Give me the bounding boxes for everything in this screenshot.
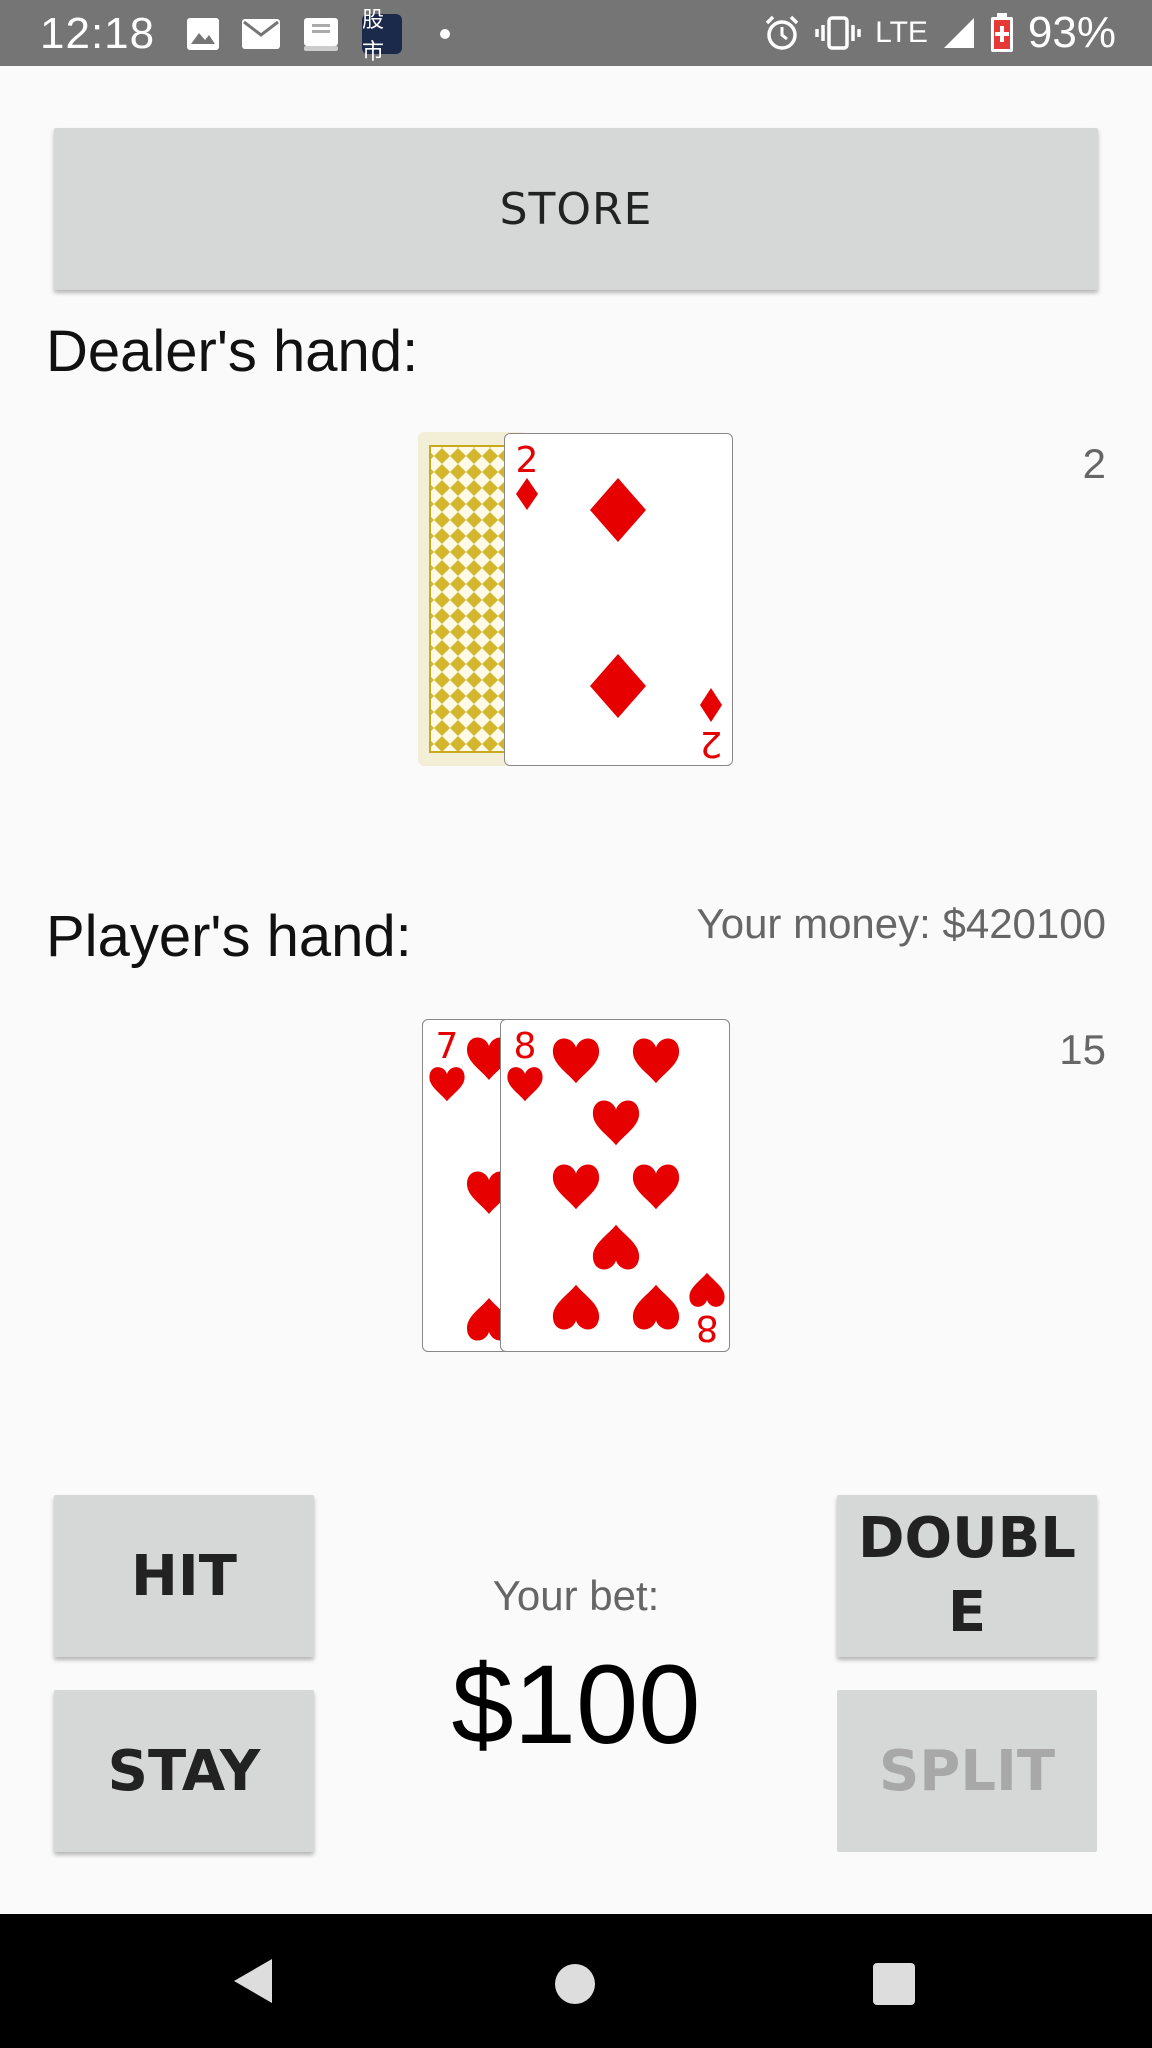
split-button[interactable]: SPLIT	[837, 1690, 1097, 1852]
network-type: LTE	[875, 16, 928, 49]
mail-icon	[242, 19, 280, 49]
stay-button[interactable]: STAY	[54, 1690, 314, 1852]
image-icon	[187, 18, 219, 50]
card-rank: 2	[516, 440, 539, 481]
player-hand-label: Player's hand:	[46, 904, 412, 969]
vibrate-icon	[815, 16, 861, 50]
money-label: Your money: $420100	[696, 900, 1106, 947]
dealer-card-2-diamonds: 2 2	[504, 433, 733, 766]
more-notifications-dot	[440, 29, 450, 39]
svg-text:2: 2	[700, 723, 723, 764]
status-time: 12:18	[40, 9, 156, 58]
back-icon[interactable]	[230, 1957, 274, 2005]
bet-label: Your bet:	[492, 1572, 660, 1619]
status-bar: 12:18 股市 LTE 93%	[0, 0, 1152, 66]
alarm-icon	[765, 15, 799, 50]
stock-market-icon: 股市	[362, 8, 402, 65]
dealer-hand-label: Dealer's hand:	[46, 319, 419, 384]
notification-icons: 股市	[186, 8, 450, 65]
navigation-bar	[0, 1914, 1152, 2048]
battery-icon	[990, 13, 1013, 52]
hit-button[interactable]: HIT	[54, 1495, 314, 1657]
double-button[interactable]: DOUBLE	[837, 1495, 1097, 1657]
svg-text:8: 8	[514, 1026, 537, 1067]
player-card-8-hearts: 8 8	[500, 1019, 730, 1352]
dealer-score: 2	[1082, 440, 1106, 487]
player-score: 15	[1059, 1026, 1106, 1073]
recent-apps-icon[interactable]	[873, 1963, 915, 2005]
svg-text:8: 8	[696, 1307, 719, 1348]
battery-percent: 93%	[1027, 8, 1116, 57]
svg-text:7: 7	[436, 1026, 459, 1067]
bible-icon	[304, 18, 338, 51]
signal-icon	[943, 18, 974, 48]
store-button[interactable]: STORE	[54, 128, 1098, 290]
home-icon[interactable]	[555, 1964, 595, 2004]
bet-value: $100	[451, 1642, 701, 1767]
